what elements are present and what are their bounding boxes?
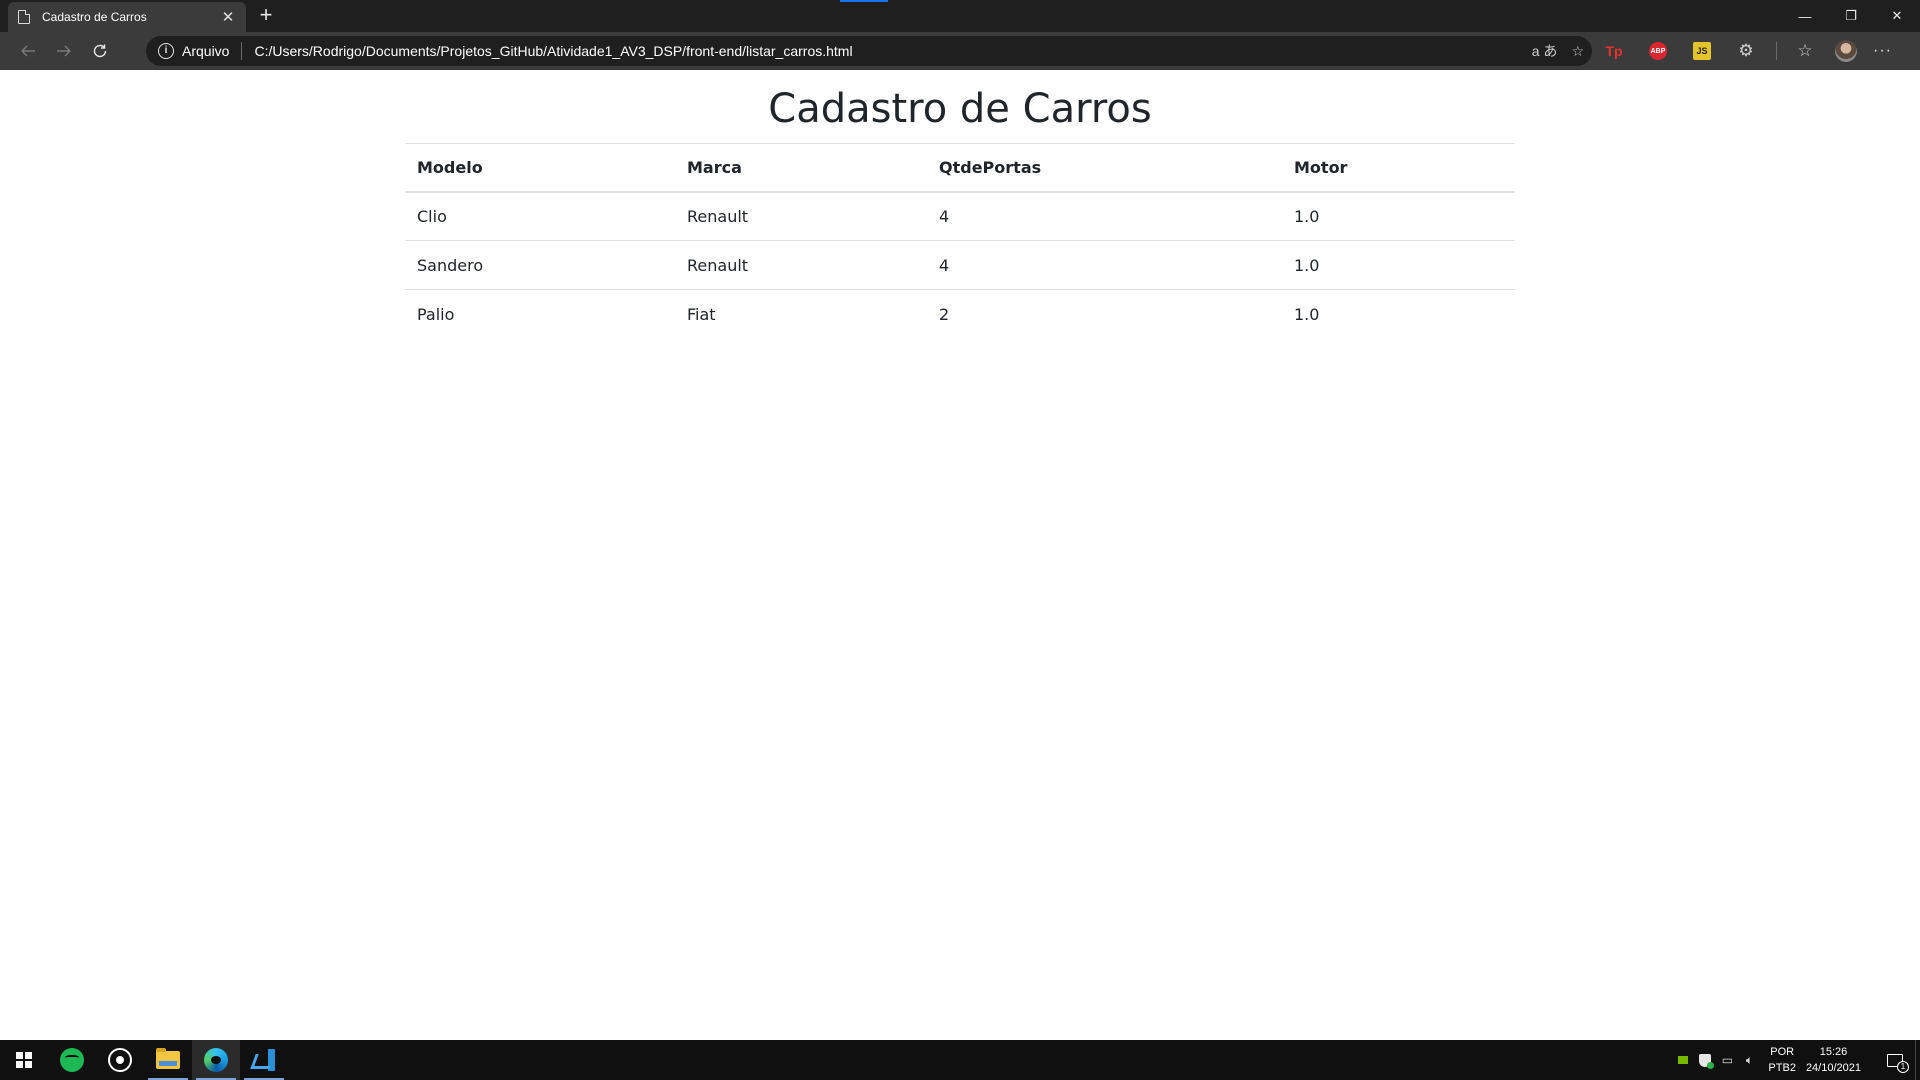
- cell-modelo: Palio: [417, 304, 455, 324]
- cell-motor: 1.0: [1294, 255, 1320, 275]
- taskbar-spotify[interactable]: [48, 1040, 96, 1080]
- clock[interactable]: 15:26 24/10/2021: [1806, 1044, 1861, 1076]
- new-tab-button[interactable]: +: [254, 4, 278, 28]
- refresh-icon: [93, 44, 107, 58]
- table-row: Palio Fiat 2 1.0: [405, 290, 1515, 339]
- table-row: Clio Renault 4 1.0: [405, 192, 1515, 241]
- page-title: Cadastro de Carros: [768, 86, 1152, 132]
- action-center-button[interactable]: 1: [1875, 1040, 1915, 1080]
- add-favorite-icon[interactable]: ☆: [1571, 43, 1584, 60]
- read-aloud-icon[interactable]: a あ: [1532, 41, 1558, 61]
- show-desktop-button[interactable]: [1915, 1040, 1920, 1080]
- adblock-plus-icon[interactable]: ABP: [1649, 42, 1667, 60]
- nvidia-tray-icon[interactable]: [1672, 1040, 1694, 1080]
- browser-titlebar: Cadastro de Carros ✕ + — ❐ ✕: [0, 0, 1920, 32]
- cell-marca: Renault: [687, 255, 749, 275]
- vscode-icon: [253, 1049, 275, 1071]
- address-separator: [241, 42, 243, 60]
- tab-close-icon[interactable]: ✕: [220, 8, 236, 26]
- folder-icon: [156, 1048, 180, 1069]
- cell-modelo: Clio: [417, 206, 447, 226]
- more-menu-icon[interactable]: ···: [1873, 42, 1892, 60]
- js-extension-icon[interactable]: JS: [1693, 42, 1711, 60]
- page-content: Cadastro de Carros Modelo Marca QtdePort…: [0, 70, 1920, 1040]
- taskbar-file-explorer[interactable]: [144, 1040, 192, 1080]
- cell-qtdeportas: 2: [939, 304, 950, 324]
- refresh-button[interactable]: [82, 36, 118, 66]
- tp-extension-icon[interactable]: Tp: [1600, 37, 1628, 65]
- back-button[interactable]: [10, 36, 46, 66]
- windows-taskbar: ▭ 🔈︎ POR PTB2 15:26 24/10/2021 1: [0, 1040, 1920, 1080]
- volume-icon[interactable]: 🔈︎: [1738, 1040, 1760, 1080]
- site-info-label[interactable]: Arquivo: [182, 43, 229, 59]
- system-tray: ▭ 🔈︎ POR PTB2 15:26 24/10/2021 1: [1672, 1040, 1920, 1080]
- header-marca: Marca: [687, 157, 742, 177]
- forward-button[interactable]: [46, 36, 82, 66]
- whatsapp-icon: [108, 1048, 132, 1072]
- windows-logo-icon: [16, 1052, 32, 1068]
- minimize-button[interactable]: —: [1782, 0, 1828, 32]
- cell-motor: 1.0: [1294, 304, 1320, 324]
- clock-date: 24/10/2021: [1805, 1062, 1861, 1074]
- drag-accent: [840, 0, 888, 2]
- security-shield-icon[interactable]: [1694, 1040, 1716, 1080]
- table-row: Sandero Renault 4 1.0: [405, 241, 1515, 290]
- address-actions: a あ ☆: [1532, 36, 1584, 66]
- header-motor: Motor: [1294, 157, 1348, 177]
- cell-qtdeportas: 4: [939, 206, 950, 226]
- cell-motor: 1.0: [1294, 206, 1320, 226]
- language-indicator[interactable]: POR PTB2: [1768, 1044, 1796, 1076]
- close-window-button[interactable]: ✕: [1874, 0, 1920, 32]
- restore-button[interactable]: ❐: [1828, 0, 1874, 32]
- cell-qtdeportas: 4: [939, 255, 950, 275]
- window-controls: — ❐ ✕: [1782, 0, 1920, 32]
- start-button[interactable]: [0, 1040, 48, 1080]
- extensions-area: Tp ABP JS ⚙ ☆ ···: [1600, 32, 1892, 70]
- clock-time: 15:26: [1819, 1046, 1848, 1058]
- cell-marca: Fiat: [687, 304, 716, 324]
- language-code: POR: [1770, 1046, 1795, 1058]
- cars-table: Modelo Marca QtdePortas Motor Clio Renau…: [405, 143, 1515, 339]
- spotify-icon: [60, 1048, 84, 1072]
- info-icon[interactable]: i: [158, 43, 174, 59]
- profile-avatar[interactable]: [1835, 40, 1857, 62]
- arrow-left-icon: [21, 45, 35, 57]
- header-qtdeportas: QtdePortas: [939, 157, 1042, 177]
- tab-title: Cadastro de Carros: [42, 10, 147, 24]
- taskbar-edge[interactable]: [192, 1040, 240, 1080]
- favorites-icon[interactable]: ☆: [1791, 37, 1819, 65]
- extensions-puzzle-icon[interactable]: ⚙: [1732, 37, 1760, 65]
- notification-badge: 1: [1897, 1061, 1909, 1073]
- header-modelo: Modelo: [417, 157, 483, 177]
- address-bar[interactable]: i Arquivo C:/Users/Rodrigo/Documents/Pro…: [146, 36, 1592, 66]
- table-header-row: Modelo Marca QtdePortas Motor: [405, 143, 1515, 192]
- toolbar-separator: [1776, 42, 1777, 60]
- browser-tab[interactable]: Cadastro de Carros ✕: [8, 2, 246, 32]
- edge-icon: [204, 1048, 228, 1072]
- cell-marca: Renault: [687, 206, 749, 226]
- taskbar-whatsapp[interactable]: [96, 1040, 144, 1080]
- arrow-right-icon: [57, 45, 71, 57]
- taskbar-vscode[interactable]: [240, 1040, 288, 1080]
- network-icon[interactable]: ▭: [1716, 1040, 1738, 1080]
- keyboard-layout: PTB2: [1768, 1062, 1796, 1074]
- cell-modelo: Sandero: [417, 255, 484, 275]
- page-icon: [18, 10, 30, 24]
- url-text[interactable]: C:/Users/Rodrigo/Documents/Projetos_GitH…: [254, 43, 852, 59]
